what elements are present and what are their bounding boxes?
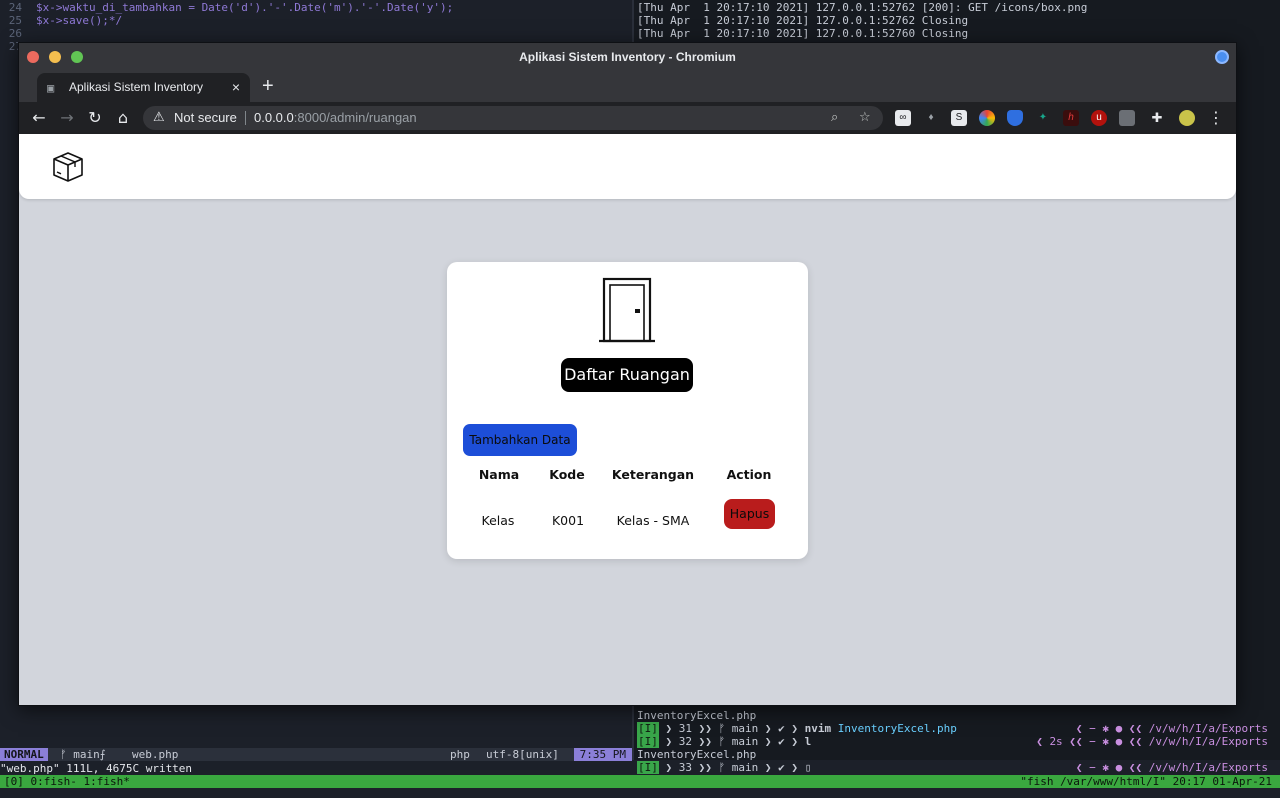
browser-menu-icon[interactable]: ⋮ <box>1208 102 1224 134</box>
code-line: 24 $x->waktu_di_tambahkan = Date('d').'-'… <box>0 1 453 14</box>
fish-right-prompt: ❮ 2s ❮❮ − ✱ ● ❮❮ /v/w/h/I/a/Exports <box>1036 735 1268 748</box>
tab-close-icon[interactable]: × <box>232 73 240 102</box>
tab-active[interactable]: ▣ Aplikasi Sistem Inventory × <box>37 73 250 102</box>
vim-mode: NORMAL <box>0 748 48 761</box>
extension-ublock-icon[interactable]: u <box>1091 110 1107 126</box>
box-logo-icon[interactable] <box>51 150 85 184</box>
column-header-keterangan: Keterangan <box>611 467 695 482</box>
page-title: Daftar Ruangan <box>561 358 693 392</box>
fish-prompt-line[interactable]: [I] ❯ 33 ❯❯ ᚠ main ❯ ✔ ❯ ▯ <box>637 761 811 774</box>
omnibox-separator <box>245 111 246 125</box>
chromium-icon <box>1215 50 1229 64</box>
new-tab-button[interactable]: + <box>262 71 274 102</box>
fish-file-line: InventoryExcel.php <box>637 709 757 722</box>
code-text: $x->waktu_di_tambahkan = Date('d').'-'.D… <box>36 1 454 14</box>
log-line: [Thu Apr 1 20:17:10 2021] 127.0.0.1:5276… <box>637 1 1088 14</box>
cell-kode: K001 <box>551 513 585 528</box>
vim-filename: web.php <box>132 748 179 761</box>
page-viewport: Daftar Ruangan Tambahkan Data Nama Kode … <box>19 134 1236 705</box>
vim-encoding: utf-8[unix] <box>486 748 559 761</box>
vim-branch: ᚠ main⨍ <box>60 748 106 761</box>
fish-prompt-line: [I] ❯ 32 ❯❯ ᚠ main ❯ ✔ ❯ l <box>637 735 812 748</box>
line-number: 25 <box>8 14 22 27</box>
add-data-button[interactable]: Tambahkan Data <box>463 424 577 456</box>
fish-right-prompt: ❮ − ✱ ● ❮❮ /v/w/h/I/a/Exports <box>1075 722 1268 735</box>
column-header-kode: Kode <box>549 467 585 482</box>
tmux-windows[interactable]: [0] 0:fish- 1:fish* <box>4 775 130 788</box>
profile-avatar[interactable] <box>1179 110 1195 126</box>
vim-statusline: NORMAL ᚠ main⨍ web.php php utf-8[unix] 7… <box>0 748 632 761</box>
bookmark-star-icon[interactable]: ☆ <box>859 106 871 130</box>
line-number: 26 <box>8 27 22 40</box>
tmux-statusbar: [0] 0:fish- 1:fish* "fish /var/www/html/… <box>0 775 1280 788</box>
delete-button[interactable]: Hapus <box>724 499 775 529</box>
forward-icon[interactable]: → <box>55 102 79 134</box>
box-favicon-icon: ▣ <box>47 81 55 95</box>
cell-keterangan: Kelas - SMA <box>616 513 690 528</box>
extensions-puzzle-icon[interactable]: ✚ <box>1149 110 1165 126</box>
column-header-action: Action <box>726 467 772 482</box>
extension-leaf-icon[interactable]: ✦ <box>1035 110 1051 126</box>
code-text: $x->save();*/ <box>36 14 123 27</box>
extension-link-icon[interactable]: ∞ <box>895 110 911 126</box>
fish-right-prompt: ❮ − ✱ ● ❮❮ /v/w/h/I/a/Exports <box>1075 761 1268 774</box>
code-line: 26 <box>0 27 36 40</box>
browser-toolbar: ← → ↻ ⌂ ⚠ Not secure 0.0.0.0:8000/admin/… <box>19 102 1236 134</box>
extension-color-icon[interactable] <box>979 110 995 126</box>
back-icon[interactable]: ← <box>27 102 51 134</box>
app-navbar <box>19 134 1236 199</box>
url-text[interactable]: 0.0.0.0:8000/admin/ruangan <box>254 106 417 130</box>
vim-time: 7:35 PM <box>573 748 632 761</box>
extension-shield-icon[interactable] <box>1007 110 1023 126</box>
log-line: [Thu Apr 1 20:17:10 2021] 127.0.0.1:5276… <box>637 27 969 40</box>
reload-icon[interactable]: ↻ <box>83 102 107 134</box>
titlebar: Aplikasi Sistem Inventory - Chromium <box>19 43 1236 71</box>
extension-h-icon[interactable]: h <box>1063 110 1079 126</box>
vim-filetype: php <box>450 748 470 761</box>
home-icon[interactable]: ⌂ <box>111 102 135 134</box>
warning-icon[interactable]: ⚠ <box>153 106 165 130</box>
tab-strip: ▣ Aplikasi Sistem Inventory × + <box>19 71 1236 102</box>
tab-title: Aplikasi Sistem Inventory <box>69 80 204 94</box>
line-number: 24 <box>8 1 22 14</box>
extension-s-icon[interactable]: S <box>951 110 967 126</box>
log-line: [Thu Apr 1 20:17:10 2021] 127.0.0.1:5276… <box>637 14 969 27</box>
browser-window: Aplikasi Sistem Inventory - Chromium ▣ A… <box>18 42 1237 706</box>
cell-nama: Kelas <box>481 513 515 528</box>
tmux-status-right: "fish /var/www/html/I" 20:17 01-Apr-21 <box>1020 775 1272 788</box>
window-title: Aplikasi Sistem Inventory - Chromium <box>519 50 736 64</box>
column-header-nama: Nama <box>478 467 520 482</box>
fish-prompt-line: [I] ❯ 31 ❯❯ ᚠ main ❯ ✔ ❯ nvim InventoryE… <box>637 722 957 735</box>
room-list-card: Daftar Ruangan Tambahkan Data Nama Kode … <box>447 262 808 559</box>
address-bar[interactable]: ⚠ Not secure 0.0.0.0:8000/admin/ruangan … <box>143 106 883 130</box>
extension-bulb-icon[interactable]: ♦ <box>923 110 939 126</box>
code-line: 25 $x->save();*/ <box>0 14 122 27</box>
zoom-icon[interactable]: ⌕ <box>831 106 838 130</box>
security-label[interactable]: Not secure <box>174 106 237 130</box>
door-icon <box>599 277 655 343</box>
fish-file-line: InventoryExcel.php <box>637 748 757 761</box>
extension-grey-icon[interactable] <box>1119 110 1135 126</box>
vim-message: "web.php" 111L, 4675C written <box>0 762 193 775</box>
